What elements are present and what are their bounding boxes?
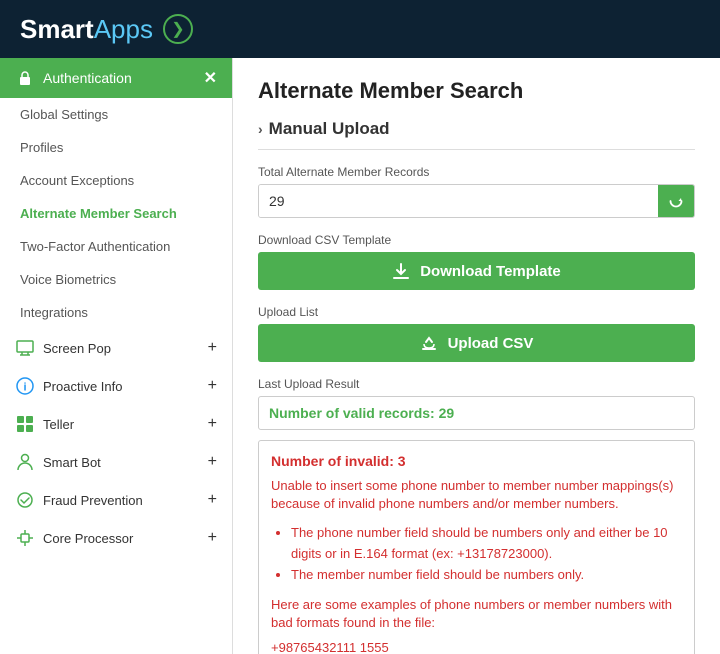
info-icon: i xyxy=(15,376,35,396)
expand-icon: + xyxy=(208,339,217,357)
nav-arrow-button[interactable]: ❯ xyxy=(163,14,193,44)
upload-list-label: Upload List xyxy=(258,305,695,319)
authentication-label: Authentication xyxy=(43,70,132,86)
logo-apps: Apps xyxy=(94,14,153,44)
last-upload-result: Number of valid records: 29 xyxy=(258,396,695,430)
sidebar-item-alternate-member-search[interactable]: Alternate Member Search xyxy=(0,197,232,230)
error-item-1: The phone number field should be numbers… xyxy=(291,523,682,565)
page-title: Alternate Member Search xyxy=(258,78,695,104)
upload-btn-label: Upload CSV xyxy=(448,335,534,352)
invalid-count-text: Number of invalid: 3 xyxy=(271,453,682,469)
bad-number: +98765432111 1555 xyxy=(271,640,682,654)
sidebar-item-voice-biometrics[interactable]: Voice Biometrics xyxy=(0,263,232,296)
section-title: Manual Upload xyxy=(269,119,390,139)
upload-csv-button[interactable]: Upload CSV xyxy=(258,324,695,362)
download-csv-label: Download CSV Template xyxy=(258,233,695,247)
chevron-down-icon[interactable]: › xyxy=(258,121,263,137)
sidebar-item-proactive-info[interactable]: i Proactive Info + xyxy=(0,367,232,405)
monitor-icon xyxy=(15,338,35,358)
lock-icon xyxy=(15,68,35,88)
sidebar-item-core-processor[interactable]: Core Processor + xyxy=(0,519,232,557)
sidebar-item-teller[interactable]: Teller + xyxy=(0,405,232,443)
svg-text:i: i xyxy=(23,382,26,394)
logo-smart: Smart xyxy=(20,14,94,44)
core-icon xyxy=(15,528,35,548)
error-item-2: The member number field should be number… xyxy=(291,565,682,586)
error-examples-text: Here are some examples of phone numbers … xyxy=(271,596,682,632)
sidebar: Authentication ✕ Global Settings Profile… xyxy=(0,58,233,654)
auth-section-content: Authentication xyxy=(15,68,132,88)
sidebar-item-fraud-prevention[interactable]: Fraud Prevention + xyxy=(0,481,232,519)
person-icon xyxy=(15,452,35,472)
error-section: Number of invalid: 3 Unable to insert so… xyxy=(258,440,695,654)
sidebar-item-screen-pop[interactable]: Screen Pop + xyxy=(0,329,232,367)
download-template-button[interactable]: Download Template xyxy=(258,252,695,290)
refresh-button[interactable] xyxy=(658,185,694,217)
expand-icon: + xyxy=(208,491,217,509)
main-layout: Authentication ✕ Global Settings Profile… xyxy=(0,58,720,654)
sidebar-item-two-factor-auth[interactable]: Two-Factor Authentication xyxy=(0,230,232,263)
total-records-field xyxy=(258,184,695,218)
upload-icon xyxy=(420,334,438,352)
main-content: Alternate Member Search › Manual Upload … xyxy=(233,58,720,654)
refresh-icon xyxy=(668,193,684,209)
sidebar-item-global-settings[interactable]: Global Settings xyxy=(0,98,232,131)
sidebar-item-authentication[interactable]: Authentication ✕ xyxy=(0,58,232,98)
last-upload-label: Last Upload Result xyxy=(258,377,695,391)
total-records-label: Total Alternate Member Records xyxy=(258,165,695,179)
chevron-right-icon: ❯ xyxy=(171,19,184,39)
valid-records-text: Number of valid records: 29 xyxy=(269,405,684,421)
sidebar-item-smart-bot[interactable]: Smart Bot + xyxy=(0,443,232,481)
close-icon[interactable]: ✕ xyxy=(204,68,217,88)
error-list: The phone number field should be numbers… xyxy=(291,523,682,585)
expand-icon: + xyxy=(208,453,217,471)
section-header: › Manual Upload xyxy=(258,119,695,150)
sidebar-item-profiles[interactable]: Profiles xyxy=(0,131,232,164)
total-records-input xyxy=(259,185,658,217)
download-icon xyxy=(392,262,410,280)
expand-icon: + xyxy=(208,529,217,547)
logo: SmartApps xyxy=(20,14,153,45)
sidebar-item-integrations[interactable]: Integrations xyxy=(0,296,232,329)
app-header: SmartApps ❯ xyxy=(0,0,720,58)
fraud-icon xyxy=(15,490,35,510)
expand-icon: + xyxy=(208,377,217,395)
error-message: Unable to insert some phone number to me… xyxy=(271,477,682,513)
expand-icon: + xyxy=(208,415,217,433)
download-btn-label: Download Template xyxy=(420,263,561,280)
grid-icon xyxy=(15,414,35,434)
sidebar-item-account-exceptions[interactable]: Account Exceptions xyxy=(0,164,232,197)
